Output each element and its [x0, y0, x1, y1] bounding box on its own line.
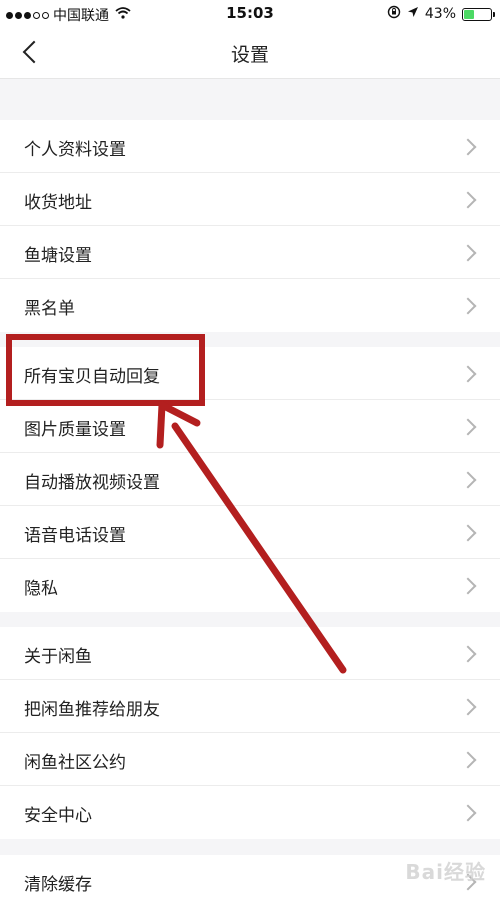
battery-icon: [462, 7, 495, 21]
chevron-right-icon: [459, 191, 477, 209]
list-item-label: 闲鱼社区公约: [24, 753, 126, 773]
list-item[interactable]: 自动播放视频设置: [0, 453, 500, 506]
chevron-right-icon: [459, 577, 477, 595]
chevron-right-icon: [459, 751, 477, 769]
list-item[interactable]: 收货地址: [0, 173, 500, 226]
list-item[interactable]: 图片质量设置: [0, 400, 500, 453]
list-item-label: 黑名单: [24, 299, 75, 319]
nav-bar: 设置: [0, 26, 500, 79]
list-item-label: 隐私: [24, 579, 58, 599]
watermark-logo: Bai经验: [405, 860, 486, 884]
chevron-right-icon: [459, 365, 477, 383]
list-item-label: 语音电话设置: [24, 526, 126, 546]
chevron-right-icon: [459, 524, 477, 542]
list-item-label: 鱼塘设置: [24, 246, 92, 266]
list-item-label: 安全中心: [24, 806, 92, 826]
chevron-right-icon: [459, 804, 477, 822]
list-item[interactable]: 鱼塘设置: [0, 226, 500, 279]
chevron-right-icon: [459, 244, 477, 262]
list-item-label: 关于闲鱼: [24, 647, 92, 667]
list-item-label: 把闲鱼推荐给朋友: [24, 700, 160, 720]
chevron-right-icon: [459, 645, 477, 663]
chevron-right-icon: [459, 138, 477, 156]
list-item[interactable]: 隐私: [0, 559, 500, 612]
list-item-label: 自动播放视频设置: [24, 473, 160, 493]
chevron-right-icon: [459, 297, 477, 315]
chevron-right-icon: [459, 698, 477, 716]
list-item-label: 清除缓存: [24, 875, 92, 895]
status-bar: 中国联通 15:03 43%: [0, 0, 500, 26]
list-item[interactable]: 把闲鱼推荐给朋友: [0, 680, 500, 733]
chevron-right-icon: [459, 471, 477, 489]
list-item-label: 个人资料设置: [24, 140, 126, 160]
page-title: 设置: [230, 44, 269, 66]
list-item[interactable]: 语音电话设置: [0, 506, 500, 559]
chevron-right-icon: [459, 418, 477, 436]
status-right: 43%: [387, 5, 495, 23]
list-item[interactable]: 闲鱼社区公约: [0, 733, 500, 786]
list-item[interactable]: 黑名单: [0, 279, 500, 332]
battery-level-fill: [464, 9, 475, 19]
list-item-label: 收货地址: [24, 193, 92, 213]
list-item[interactable]: 个人资料设置: [0, 120, 500, 173]
rotation-lock-icon: [387, 5, 401, 23]
annotation-highlight-box: [6, 334, 205, 406]
settings-group-account: 个人资料设置 收货地址 鱼塘设置 黑名单: [0, 120, 500, 332]
list-item-label: 图片质量设置: [24, 420, 126, 440]
list-item[interactable]: 安全中心: [0, 786, 500, 839]
list-item[interactable]: 关于闲鱼: [0, 627, 500, 680]
battery-percent: 43%: [424, 6, 456, 22]
location-arrow-icon: [407, 6, 419, 22]
settings-group-about: 关于闲鱼 把闲鱼推荐给朋友 闲鱼社区公约 安全中心: [0, 627, 500, 839]
